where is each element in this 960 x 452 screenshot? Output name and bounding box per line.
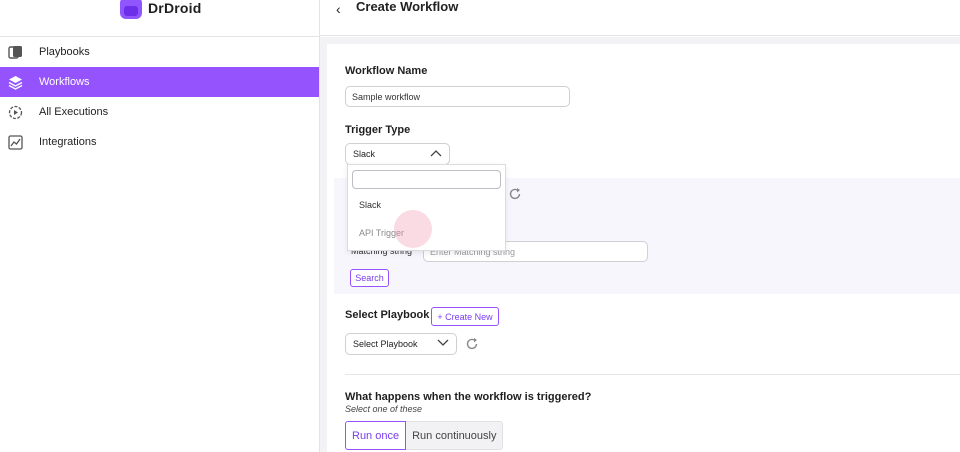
section-divider xyxy=(345,374,960,375)
brand[interactable]: DrDroid xyxy=(120,0,202,22)
refresh-icon[interactable] xyxy=(508,187,522,201)
triggered-question: What happens when the workflow is trigge… xyxy=(345,391,592,403)
sidebar-item-label: All Executions xyxy=(39,106,109,118)
page-header: ‹ Create Workflow xyxy=(320,0,960,36)
playbooks-icon xyxy=(8,45,23,60)
run-mode-toggle: Run once Run continuously xyxy=(345,421,504,450)
chevron-up-icon xyxy=(430,149,442,159)
layers-icon xyxy=(8,75,23,90)
dropdown-search-input[interactable] xyxy=(352,170,501,189)
search-button[interactable]: Search xyxy=(350,269,389,287)
sidebar: DrDroid Playbooks Workflows All Executio… xyxy=(0,0,320,452)
sidebar-nav: Playbooks Workflows All Executions Integ… xyxy=(0,37,319,157)
trigger-type-value: Slack xyxy=(353,149,376,159)
search-button-label: Search xyxy=(355,273,384,283)
dropdown-option-slack[interactable]: Slack xyxy=(359,200,381,210)
trigger-type-label: Trigger Type xyxy=(345,124,411,136)
trigger-type-dropdown: Slack API Trigger xyxy=(347,164,506,251)
sidebar-item-all-executions[interactable]: All Executions xyxy=(0,97,319,127)
app-root: DrDroid Playbooks Workflows All Executio… xyxy=(0,0,960,452)
workflow-name-label: Workflow Name xyxy=(345,65,428,77)
workflow-name-value: Sample workflow xyxy=(352,91,421,102)
refresh-playbooks-icon[interactable] xyxy=(465,337,479,351)
sidebar-item-playbooks[interactable]: Playbooks xyxy=(0,37,319,67)
sidebar-item-label: Playbooks xyxy=(39,46,90,58)
trigger-type-select[interactable]: Slack xyxy=(345,143,450,165)
create-new-label: + Create New xyxy=(437,311,493,322)
run-once-option[interactable]: Run once xyxy=(345,421,407,450)
executions-icon xyxy=(8,105,23,120)
select-playbook-value: Select Playbook xyxy=(353,339,418,349)
sidebar-item-integrations[interactable]: Integrations xyxy=(0,127,319,157)
select-playbook-select[interactable]: Select Playbook xyxy=(345,333,457,355)
dropdown-option-api-trigger[interactable]: API Trigger xyxy=(359,228,404,238)
sidebar-item-label: Integrations xyxy=(39,136,97,148)
triggered-hint: Select one of these xyxy=(345,404,423,414)
sidebar-item-workflows[interactable]: Workflows xyxy=(0,67,319,97)
create-new-button[interactable]: + Create New xyxy=(431,307,499,326)
workflow-name-input[interactable]: Sample workflow xyxy=(345,86,570,107)
chart-icon xyxy=(8,134,23,150)
chevron-down-icon xyxy=(437,339,449,349)
back-icon[interactable]: ‹ xyxy=(336,1,341,17)
page-title: Create Workflow xyxy=(356,0,459,14)
drdroid-logo-icon xyxy=(120,0,142,19)
run-once-label: Run once xyxy=(352,429,400,442)
select-playbook-label: Select Playbook xyxy=(345,309,430,321)
sidebar-item-label: Workflows xyxy=(39,76,90,88)
run-continuously-label: Run continuously xyxy=(412,429,497,442)
run-continuously-option[interactable]: Run continuously xyxy=(406,421,504,450)
brand-name: DrDroid xyxy=(148,0,202,16)
